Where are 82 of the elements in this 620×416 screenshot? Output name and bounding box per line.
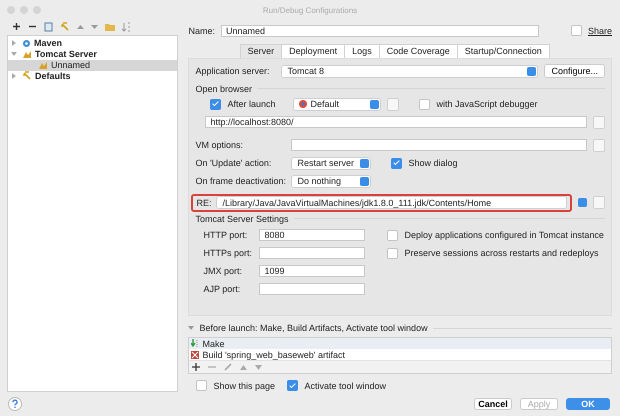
add-icon[interactable] bbox=[192, 363, 200, 372]
server-dropdown[interactable]: Tomcat 8 bbox=[281, 64, 538, 78]
close-button[interactable] bbox=[7, 6, 15, 14]
browse-button[interactable] bbox=[593, 196, 605, 210]
port-field[interactable]: 1099 bbox=[259, 265, 366, 278]
sort-icon[interactable] bbox=[122, 22, 131, 32]
frame-deactivation-dropdown[interactable]: Do nothing bbox=[291, 174, 372, 188]
section-title: Tomcat Server Settings bbox=[195, 214, 288, 224]
checkbox-label: Activate tool window bbox=[304, 380, 386, 391]
checkbox-label: with JavaScript debugger bbox=[436, 99, 538, 110]
down-icon[interactable] bbox=[91, 24, 98, 30]
checkbox[interactable] bbox=[287, 380, 298, 392]
dialog-button[interactable]: Cancel bbox=[474, 398, 512, 410]
tab[interactable]: Server bbox=[240, 44, 282, 59]
tree-item[interactable]: Defaults bbox=[8, 70, 178, 82]
url-field[interactable]: http://localhost:8080/ bbox=[205, 116, 587, 128]
update-action-dropdown[interactable]: Restart server bbox=[291, 156, 372, 170]
checkbox-label: Share bbox=[588, 26, 612, 36]
tree-item[interactable]: Tomcat Server bbox=[8, 48, 178, 60]
add-icon[interactable] bbox=[12, 22, 21, 32]
section-title: Open browser bbox=[195, 84, 252, 94]
checkbox-label: After launch bbox=[227, 99, 276, 110]
field-label: AJP port: bbox=[203, 284, 242, 294]
field-label: HTTPs port: bbox=[203, 248, 253, 258]
checkbox[interactable] bbox=[210, 98, 222, 110]
field-label: JMX port: bbox=[203, 266, 243, 276]
checkbox-label: Preserve sessions across restarts and redeploys bbox=[404, 248, 599, 258]
edit-icon[interactable] bbox=[224, 363, 232, 372]
field-label: Application server: bbox=[195, 66, 270, 76]
help-icon[interactable] bbox=[8, 397, 22, 411]
expand-arrow-icon[interactable] bbox=[11, 73, 17, 80]
jre-dropdown[interactable]: /Library/Java/JavaVirtualMachines/jdk1.8.0_111.jdk/Contents/Home bbox=[216, 196, 567, 210]
checkbox[interactable] bbox=[387, 230, 398, 241]
field-label: VM options: bbox=[195, 140, 244, 150]
down-icon[interactable] bbox=[255, 364, 262, 370]
browse-button[interactable] bbox=[593, 116, 605, 129]
field-label: Name: bbox=[188, 26, 215, 36]
browse-button[interactable] bbox=[387, 98, 400, 111]
port-field[interactable] bbox=[259, 247, 366, 260]
up-icon[interactable] bbox=[240, 364, 248, 370]
dropdown-stepper-icon[interactable] bbox=[578, 198, 587, 208]
field-label: On frame deactivation: bbox=[195, 176, 286, 186]
checkbox-label: Show this page bbox=[213, 380, 276, 391]
folder-icon[interactable] bbox=[105, 22, 115, 31]
browser-icon bbox=[299, 100, 308, 108]
field-label: RE: bbox=[196, 198, 212, 208]
artifact-icon bbox=[191, 350, 200, 359]
checkbox[interactable] bbox=[196, 380, 208, 392]
wrench-icon[interactable] bbox=[60, 22, 70, 32]
copy-icon[interactable] bbox=[44, 22, 53, 32]
checkbox[interactable] bbox=[419, 98, 430, 110]
wrench-icon bbox=[22, 71, 32, 82]
checkbox-label: Deploy applications configured in Tomcat instance bbox=[404, 230, 604, 240]
configure-button[interactable]: Configure... bbox=[544, 64, 605, 78]
tree-item[interactable]: Unnamed bbox=[8, 60, 178, 71]
name-field[interactable]: Unnamed bbox=[220, 24, 539, 37]
zoom-button[interactable] bbox=[33, 6, 41, 14]
minimize-button[interactable] bbox=[20, 6, 28, 14]
tab[interactable]: Code Coverage bbox=[378, 44, 458, 59]
task-item[interactable]: Make bbox=[189, 338, 611, 350]
browse-button[interactable] bbox=[593, 138, 605, 152]
tree-item[interactable]: Maven bbox=[8, 38, 178, 49]
collapse-arrow-icon[interactable] bbox=[188, 326, 194, 330]
field-label: On 'Update' action: bbox=[195, 158, 272, 168]
window-title: Run/Debug Configurations bbox=[262, 6, 358, 14]
tab[interactable]: Deployment bbox=[281, 44, 346, 59]
field-label: HTTP port: bbox=[203, 230, 248, 240]
make-icon bbox=[191, 339, 200, 348]
up-icon[interactable] bbox=[77, 24, 84, 30]
gear-icon bbox=[22, 38, 31, 48]
browser-dropdown[interactable]: Default bbox=[293, 98, 382, 111]
tab[interactable]: Startup/Connection bbox=[456, 44, 550, 59]
task-item[interactable]: Build 'spring_web_baseweb' artifact bbox=[189, 349, 611, 360]
vm-options-field[interactable] bbox=[291, 139, 587, 152]
section-title: Before launch: Make, Build Artifacts, Activate tool window bbox=[199, 323, 428, 334]
checkbox-label: Show dialog bbox=[408, 158, 458, 168]
checkbox[interactable] bbox=[391, 158, 402, 169]
checkbox[interactable] bbox=[387, 248, 398, 259]
port-field[interactable]: 8080 bbox=[259, 229, 366, 242]
tab[interactable]: Logs bbox=[344, 44, 380, 59]
port-field[interactable] bbox=[259, 283, 366, 296]
checkbox[interactable] bbox=[570, 25, 582, 36]
